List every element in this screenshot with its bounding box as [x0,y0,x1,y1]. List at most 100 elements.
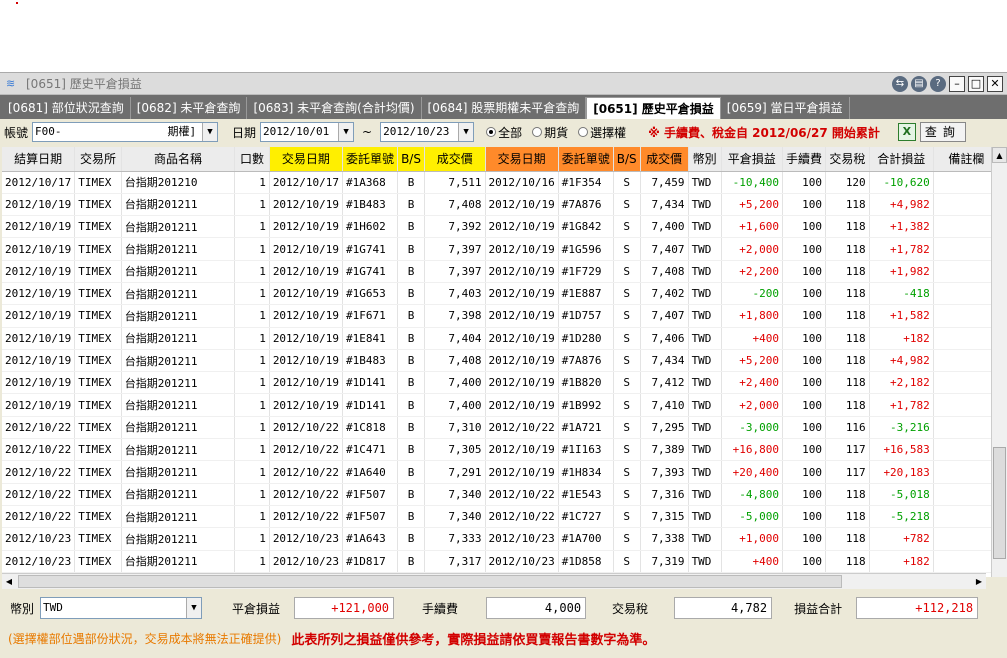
table-row[interactable]: 2012/10/19 TIMEX 台指期201211 1 2012/10/19 #1G74… [2,237,1000,261]
table-row[interactable]: 2012/10/19 TIMEX 台指期201211 1 2012/10/19 #1B48… [2,349,1000,373]
table-row[interactable]: 2012/10/19 TIMEX 台指期201211 1 2012/10/19 #1D14… [2,371,1000,395]
col-remark[interactable]: 備註欄 [933,147,1000,172]
tax-value: 4,782 [674,597,773,619]
radio-futures[interactable]: 期貨 [532,124,568,141]
cell-open-price: 7,397 [424,237,486,261]
col-open-price[interactable]: 成交價 [424,147,486,172]
chevron-down-icon[interactable]: ▼ [338,123,354,141]
minimize-button[interactable]: – [949,75,965,92]
col-close-trade-date[interactable]: 交易日期 [485,147,559,172]
tab-0651[interactable]: [0651] 歷史平倉損益 [586,97,721,119]
cell-open-trade-date: 2012/10/22 [269,483,344,506]
tab-0683[interactable]: [0683] 未平倉查詢(合計均價) [247,97,422,119]
cell-currency: TWD [688,304,722,328]
table-row[interactable]: 2012/10/19 TIMEX 台指期201211 1 2012/10/19 #1E84… [2,327,1000,350]
date-to-picker[interactable]: 2012/10/23 ▼ [380,122,475,142]
cell-remark [933,460,1000,484]
date-from-picker[interactable]: 2012/10/01 ▼ [260,122,355,142]
cell-open-trade-date: 2012/10/23 [269,527,344,551]
cell-close-trade-date: 2012/10/16 [485,171,559,194]
col-qty[interactable]: 口數 [234,147,270,172]
cell-open-bs: B [397,237,425,261]
table-row[interactable]: 2012/10/19 TIMEX 台指期201211 1 2012/10/19 #1D14… [2,393,1000,417]
date-range-separator: ~ [362,125,373,139]
vertical-scrollbar[interactable]: ▲ [991,147,1007,577]
currency-select[interactable]: TWD ▼ [40,597,203,619]
vertical-scroll-thumb[interactable] [993,447,1006,559]
radio-dot [578,127,589,137]
radio-all-label: 全部 [498,125,523,140]
cell-open-trade-date: 2012/10/19 [269,371,344,395]
col-tax[interactable]: 交易稅 [825,147,870,172]
table-row[interactable]: 2012/10/22 TIMEX 台指期201211 1 2012/10/22 #1A64… [2,460,1000,484]
cell-close-bs: S [613,327,641,350]
col-open-trade-date[interactable]: 交易日期 [269,147,344,172]
cell-qty: 1 [234,304,270,328]
cell-currency: TWD [688,193,722,217]
tab-0659[interactable]: [0659] 當日平倉損益 [721,97,850,119]
chevron-down-icon[interactable]: ▼ [458,123,474,141]
tab-0684[interactable]: [0684] 股票期權未平倉查詢 [422,97,587,119]
table-row[interactable]: 2012/10/17 TIMEX 台指期201210 1 2012/10/17 #1A36… [2,171,1000,194]
cell-currency: TWD [688,550,722,573]
cell-tax: 118 [825,349,870,373]
table-row[interactable]: 2012/10/23 TIMEX 台指期201211 1 2012/10/23 #1A64… [2,527,1000,551]
col-open-order-no[interactable]: 委託單號 [342,147,399,172]
query-button[interactable]: 查詢 [919,122,966,142]
table-row[interactable]: 2012/10/19 TIMEX 台指期201211 1 2012/10/19 #1F67… [2,304,1000,328]
col-fee[interactable]: 手續費 [782,147,826,172]
table-row[interactable]: 2012/10/22 TIMEX 台指期201211 1 2012/10/22 #1C81… [2,416,1000,440]
col-close-price[interactable]: 成交價 [640,147,689,172]
cell-qty: 1 [234,237,270,261]
table-row[interactable]: 2012/10/19 TIMEX 台指期201211 1 2012/10/19 #1B48… [2,193,1000,217]
print-icon[interactable]: ▤ [911,75,927,92]
table-row[interactable]: 2012/10/19 TIMEX 台指期201211 1 2012/10/19 #1H60… [2,215,1000,239]
close-button[interactable]: ✕ [987,75,1003,92]
link-icon[interactable]: ⇆ [892,75,908,92]
app-window: ≋ [0651] 歷史平倉損益 ⇆ ▤ ? – □ ✕ [0681] 部位狀況查… [0,72,1007,658]
cell-open-order-no: #1C471 [342,438,399,462]
table-row[interactable]: 2012/10/19 TIMEX 台指期201211 1 2012/10/19 #1G65… [2,282,1000,306]
col-open-bs[interactable]: B/S [397,147,425,172]
account-select[interactable]: F00- 期權] ▼ [32,122,219,142]
table-row[interactable]: 2012/10/19 TIMEX 台指期201211 1 2012/10/19 #1G74… [2,260,1000,283]
help-icon[interactable]: ? [930,75,946,92]
col-close-bs[interactable]: B/S [613,147,641,172]
scroll-up-icon[interactable]: ▲ [992,147,1007,163]
horizontal-scroll-thumb[interactable] [18,575,842,588]
chevron-down-icon[interactable]: ▼ [186,598,202,618]
cell-close-bs: S [613,193,641,217]
horizontal-scrollbar[interactable]: ◀ ▶ [2,573,986,589]
scroll-right-icon[interactable]: ▶ [972,574,986,589]
cell-remark [933,438,1000,462]
cell-open-trade-date: 2012/10/17 [269,171,344,194]
col-currency[interactable]: 幣別 [688,147,722,172]
cell-open-bs: B [397,416,425,440]
chevron-down-icon[interactable]: ▼ [202,123,218,141]
cell-open-bs: B [397,304,425,328]
col-close-order-no[interactable]: 委託單號 [558,147,614,172]
table-row[interactable]: 2012/10/22 TIMEX 台指期201211 1 2012/10/22 #1F50… [2,505,1000,529]
scroll-left-icon[interactable]: ◀ [2,574,16,589]
cell-product: 台指期201211 [121,393,236,417]
col-product[interactable]: 商品名稱 [121,147,236,172]
table-row[interactable]: 2012/10/22 TIMEX 台指期201211 1 2012/10/22 #1F50… [2,483,1000,506]
maximize-button[interactable]: □ [968,75,984,92]
table-row[interactable]: 2012/10/23 TIMEX 台指期201211 1 2012/10/23 #1D81… [2,550,1000,573]
cell-currency: TWD [688,438,722,462]
cell-exchange: TIMEX [74,371,122,395]
excel-export-icon[interactable]: X [897,123,916,141]
tab-0681[interactable]: [0681] 部位狀況查詢 [2,97,131,119]
cell-fee: 100 [782,282,826,306]
col-settle-date[interactable]: 結算日期 [2,147,76,172]
col-realized-pnl[interactable]: 平倉損益 [721,147,783,172]
cell-open-bs: B [397,550,425,573]
radio-options[interactable]: 選擇權 [578,124,626,141]
radio-all[interactable]: 全部 [486,124,522,141]
col-total-pnl[interactable]: 合計損益 [869,147,934,172]
tab-0682[interactable]: [0682] 未平倉查詢 [131,97,248,119]
col-exchange[interactable]: 交易所 [74,147,122,172]
cell-close-price: 7,408 [640,260,689,283]
cell-total-pnl: +182 [869,550,934,573]
table-row[interactable]: 2012/10/22 TIMEX 台指期201211 1 2012/10/22 #1C47… [2,438,1000,462]
